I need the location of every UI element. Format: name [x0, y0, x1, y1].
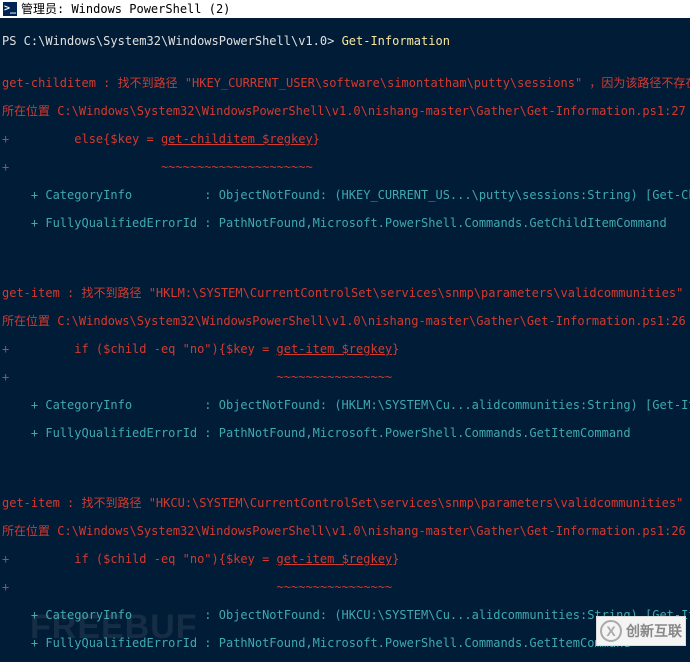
- error-text: +: [2, 160, 161, 174]
- entered-command: Get-Information: [342, 34, 450, 48]
- window-title: 管理员: Windows PowerShell (2): [21, 2, 230, 16]
- error-category: + CategoryInfo : ObjectNotFound: (HKCU:\…: [2, 608, 690, 622]
- error-text: + if ($child -eq "no"){$key =: [2, 342, 277, 356]
- error-category: + CategoryInfo : ObjectNotFound: (HKLM:\…: [2, 398, 690, 412]
- error-underlined: get-item $regkey: [277, 342, 393, 356]
- error-text: get-item : 找不到路径 "HKLM:\SYSTEM\CurrentCo…: [2, 286, 690, 300]
- titlebar[interactable]: >_ 管理员: Windows PowerShell (2): [0, 0, 690, 18]
- error-underlined: get-childitem $regkey: [161, 132, 313, 146]
- powershell-icon: >_: [3, 2, 17, 16]
- error-text: 所在位置 C:\Windows\System32\WindowsPowerShe…: [2, 314, 690, 328]
- error-underlined: get-item $regkey: [277, 552, 393, 566]
- error-text: + if ($child -eq "no"){$key =: [2, 552, 277, 566]
- error-text: 所在位置 C:\Windows\System32\WindowsPowerShe…: [2, 524, 690, 538]
- error-text: +: [2, 580, 277, 594]
- error-category: + FullyQualifiedErrorId : PathNotFound,M…: [2, 216, 667, 230]
- error-category: + CategoryInfo : ObjectNotFound: (HKEY_C…: [2, 188, 690, 202]
- error-text: get-childitem : 找不到路径 "HKEY_CURRENT_USER…: [2, 76, 690, 90]
- watermark-text: FREEBUF: [30, 620, 198, 634]
- terminal-output[interactable]: PS C:\Windows\System32\WindowsPowerShell…: [0, 18, 690, 662]
- error-text: + else{$key =: [2, 132, 161, 146]
- error-category: + FullyQualifiedErrorId : PathNotFound,M…: [2, 636, 631, 650]
- error-text: 所在位置 C:\Windows\System32\WindowsPowerShe…: [2, 104, 690, 118]
- error-text: +: [2, 370, 277, 384]
- prompt-path: PS C:\Windows\System32\WindowsPowerShell…: [2, 34, 342, 48]
- error-text: get-item : 找不到路径 "HKCU:\SYSTEM\CurrentCo…: [2, 496, 690, 510]
- error-category: + FullyQualifiedErrorId : PathNotFound,M…: [2, 426, 631, 440]
